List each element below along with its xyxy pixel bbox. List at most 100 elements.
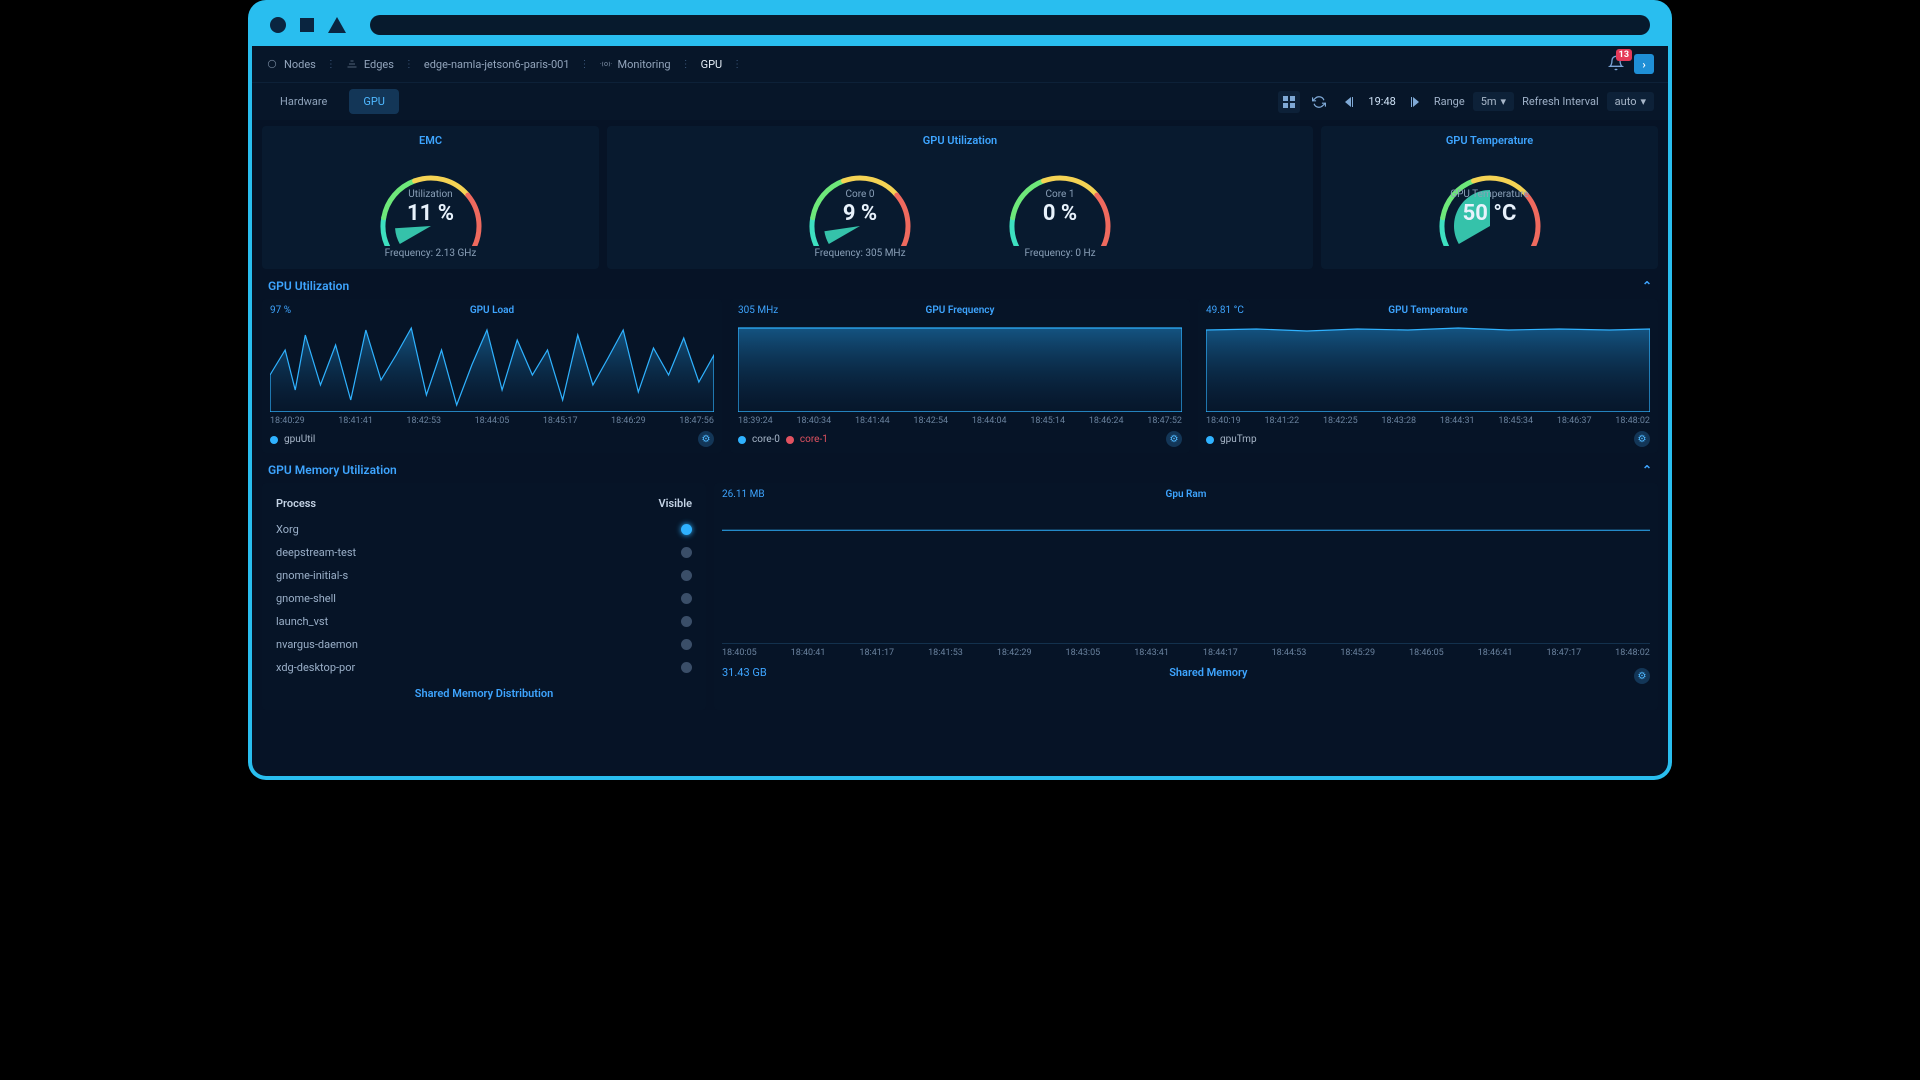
refresh-icon bbox=[1312, 95, 1326, 109]
gauge-title: EMC bbox=[419, 134, 442, 147]
gauge-title: GPU Utilization bbox=[923, 134, 997, 147]
gauge-value: 11 % bbox=[361, 201, 501, 226]
process-table-header: Process Visible bbox=[276, 493, 692, 518]
chart-settings-button[interactable]: ⚙ bbox=[1634, 431, 1650, 447]
chart-legend: core-0 core-1 bbox=[738, 430, 1182, 449]
edges-icon bbox=[346, 58, 358, 70]
chevron-down-icon: ▾ bbox=[1640, 95, 1646, 108]
visibility-toggle[interactable] bbox=[681, 662, 692, 673]
window-control-triangle[interactable] bbox=[328, 17, 346, 33]
refresh-interval-label: Refresh Interval bbox=[1522, 95, 1599, 108]
chevron-down-icon: ▾ bbox=[1501, 95, 1507, 108]
step-forward-button[interactable] bbox=[1404, 91, 1426, 113]
legend-dot-icon bbox=[270, 436, 278, 444]
gauge-card-temperature: GPU Temperature GPU Temperature 50 °C bbox=[1321, 126, 1658, 269]
process-name: launch_vst bbox=[276, 615, 328, 628]
visibility-toggle[interactable] bbox=[681, 639, 692, 650]
tab-hardware[interactable]: Hardware bbox=[266, 89, 341, 114]
chart-area bbox=[722, 504, 1650, 644]
process-row: xdg-desktop-por bbox=[276, 656, 692, 679]
breadcrumb-monitoring[interactable]: Monitoring bbox=[600, 58, 671, 71]
chart-area bbox=[270, 320, 714, 412]
visibility-toggle[interactable] bbox=[681, 547, 692, 558]
user-menu-button[interactable]: › bbox=[1634, 54, 1654, 74]
visibility-toggle[interactable] bbox=[681, 593, 692, 604]
chart-x-axis: 18:40:2918:41:4118:42:5318:44:0518:45:17… bbox=[270, 412, 714, 430]
section-gpu-memory: GPU Memory Utilization ⌃ bbox=[262, 453, 1658, 483]
breadcrumb-gpu[interactable]: GPU bbox=[701, 58, 723, 71]
refresh-interval-value: auto bbox=[1615, 95, 1637, 108]
memory-row: Process Visible Xorg deepstream-test gnome… bbox=[262, 483, 1658, 710]
gauge-row: EMC Utilization 11 % Frequency: 2.13 GHz… bbox=[262, 126, 1658, 269]
gear-icon: ⚙ bbox=[702, 434, 711, 445]
legend-label: gpuUtil bbox=[284, 434, 315, 445]
process-row: launch_vst bbox=[276, 610, 692, 633]
process-row: gnome-initial-s bbox=[276, 564, 692, 587]
process-row: Xorg bbox=[276, 518, 692, 541]
chart-title: GPU Temperature bbox=[1388, 305, 1467, 316]
section-title: GPU Memory Utilization bbox=[268, 463, 397, 477]
gauge-title: GPU Temperature bbox=[1446, 134, 1533, 147]
chart-settings-button[interactable]: ⚙ bbox=[698, 431, 714, 447]
process-name: Xorg bbox=[276, 523, 299, 536]
shared-memory-dist-title: Shared Memory Distribution bbox=[276, 679, 692, 700]
notifications-button[interactable]: 13 bbox=[1608, 55, 1624, 74]
breadcrumb-separator: ⋮ bbox=[732, 59, 742, 70]
chart-settings-button[interactable]: ⚙ bbox=[1634, 668, 1650, 684]
chart-legend: gpuTmp bbox=[1206, 430, 1650, 449]
range-selector[interactable]: 5m ▾ bbox=[1473, 92, 1514, 111]
breadcrumb-nodes[interactable]: Nodes bbox=[266, 58, 316, 71]
chart-area bbox=[1206, 320, 1650, 412]
chart-title: GPU Frequency bbox=[926, 305, 995, 316]
chart-title: GPU Load bbox=[470, 305, 514, 316]
step-back-button[interactable] bbox=[1338, 91, 1360, 113]
current-time: 19:48 bbox=[1368, 95, 1395, 108]
window-control-square[interactable] bbox=[300, 18, 314, 32]
visibility-toggle[interactable] bbox=[681, 570, 692, 581]
gear-icon: ⚙ bbox=[1638, 671, 1647, 682]
collapse-button[interactable]: ⌃ bbox=[1642, 279, 1652, 293]
visibility-toggle[interactable] bbox=[681, 616, 692, 627]
window-control-circle[interactable] bbox=[270, 17, 286, 33]
breadcrumb-device[interactable]: edge-namla-jetson6-paris-001 bbox=[424, 58, 570, 71]
process-name: gnome-shell bbox=[276, 592, 336, 605]
chart-settings-button[interactable]: ⚙ bbox=[1166, 431, 1182, 447]
breadcrumb-label: Monitoring bbox=[618, 58, 671, 71]
gauge-label: GPU Temperature bbox=[1420, 189, 1560, 200]
chart-peak: 49.81 °C bbox=[1206, 305, 1244, 316]
chart-peak: 31.43 GB bbox=[722, 666, 767, 679]
gauge-value: 9 % bbox=[790, 201, 930, 226]
range-label: Range bbox=[1434, 95, 1465, 108]
chart-title: Shared Memory bbox=[1169, 666, 1247, 679]
grid-view-button[interactable] bbox=[1278, 91, 1300, 113]
monitoring-icon bbox=[600, 58, 612, 70]
visibility-toggle[interactable] bbox=[681, 524, 692, 535]
section-gpu-utilization: GPU Utilization ⌃ bbox=[262, 269, 1658, 299]
chart-x-axis: 18:39:2418:40:3418:41:4418:42:5418:44:04… bbox=[738, 412, 1182, 430]
chart-row-utilization: 97 %GPU Load 18:40:2918:41:4118:42:5318:… bbox=[262, 299, 1658, 453]
process-row: deepstream-test bbox=[276, 541, 692, 564]
col-visible: Visible bbox=[659, 497, 692, 510]
notification-badge: 13 bbox=[1616, 49, 1632, 61]
gauge-label: Core 1 bbox=[990, 189, 1130, 200]
process-table: Process Visible Xorg deepstream-test gnome… bbox=[262, 483, 706, 710]
refresh-button[interactable] bbox=[1308, 91, 1330, 113]
grid-icon bbox=[1283, 96, 1295, 108]
process-row: gnome-shell bbox=[276, 587, 692, 610]
refresh-interval-selector[interactable]: auto ▾ bbox=[1607, 92, 1654, 111]
breadcrumb-label: edge-namla-jetson6-paris-001 bbox=[424, 58, 570, 71]
nodes-icon bbox=[266, 58, 278, 70]
breadcrumb-separator: ⋮ bbox=[404, 59, 414, 70]
col-process: Process bbox=[276, 497, 316, 510]
breadcrumb-separator: ⋮ bbox=[580, 59, 590, 70]
breadcrumb-label: GPU bbox=[701, 58, 723, 71]
breadcrumb-edges[interactable]: Edges bbox=[346, 58, 394, 71]
process-name: deepstream-test bbox=[276, 546, 356, 559]
collapse-button[interactable]: ⌃ bbox=[1642, 463, 1652, 477]
browser-url-bar[interactable] bbox=[370, 15, 1650, 35]
gear-icon: ⚙ bbox=[1638, 434, 1647, 445]
tab-gpu[interactable]: GPU bbox=[349, 89, 399, 114]
legend-label: core-1 bbox=[800, 434, 828, 445]
breadcrumb-bar: Nodes ⋮ Edges ⋮ edge-namla-jetson6-paris… bbox=[252, 46, 1668, 83]
gauge-emc: Utilization 11 % bbox=[361, 151, 501, 246]
